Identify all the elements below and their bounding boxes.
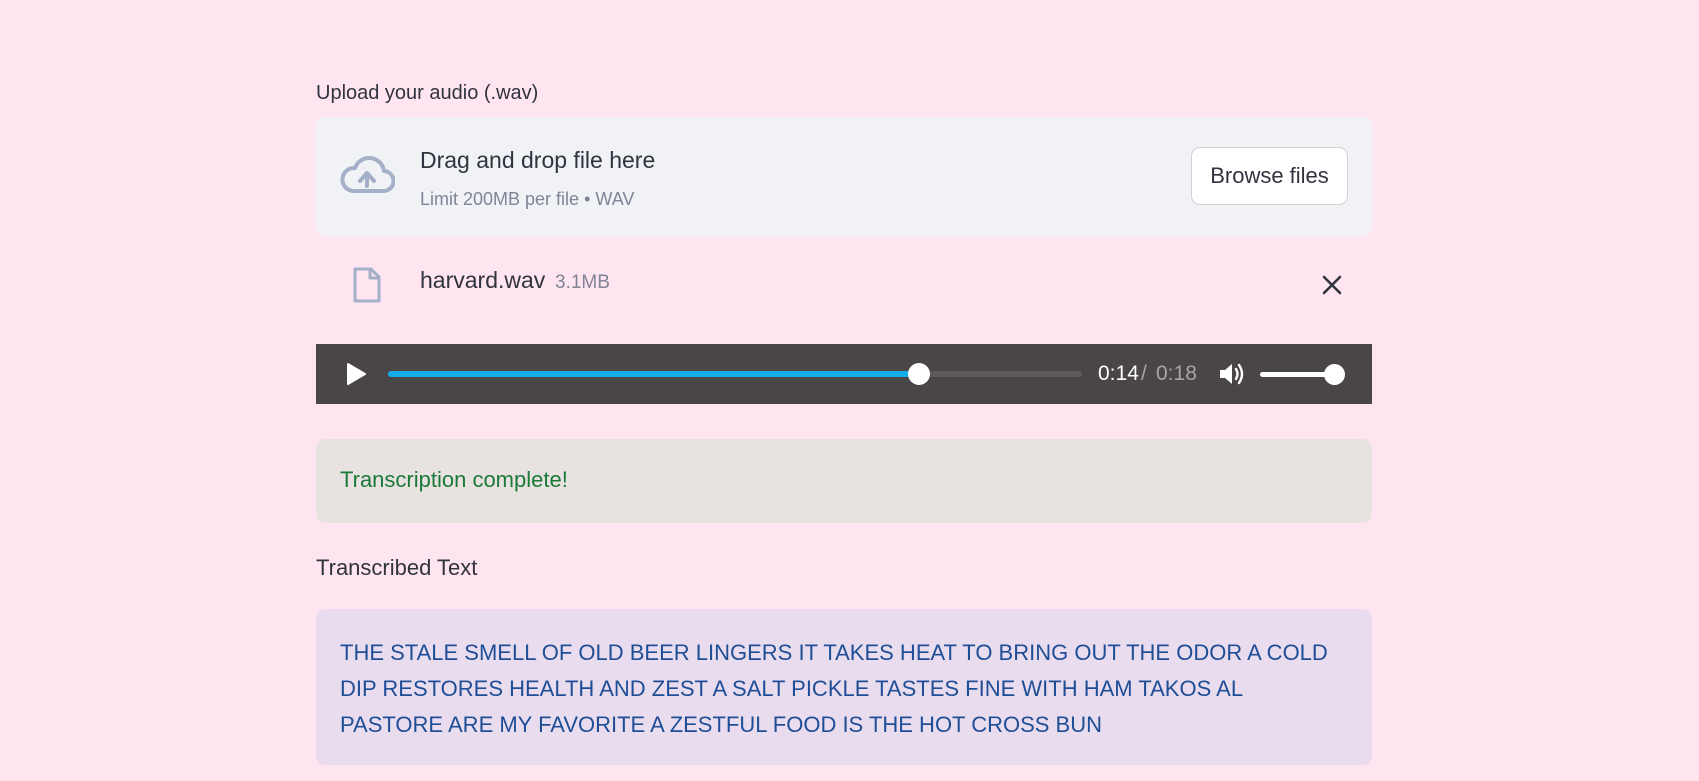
file-dropzone[interactable]: Drag and drop file here Limit 200MB per … <box>316 117 1372 236</box>
transcribed-text-heading: Transcribed Text <box>316 555 478 580</box>
success-alert: Transcription complete! <box>316 439 1372 523</box>
file-limit-text: Limit 200MB per file • WAV <box>420 189 635 209</box>
upload-label: Upload your audio (.wav) <box>316 82 539 104</box>
file-name: harvard.wav <box>420 267 546 293</box>
browse-files-button[interactable]: Browse files <box>1191 147 1348 205</box>
drop-title: Drag and drop file here <box>420 147 656 173</box>
uploaded-file-row: harvard.wav 3.1MB <box>316 255 1372 312</box>
remove-file-close-icon[interactable] <box>1318 271 1346 299</box>
volume-icon[interactable] <box>1217 361 1245 387</box>
seek-bar[interactable] <box>388 363 1082 385</box>
audio-player: 0:14 / 0:18 <box>316 344 1372 404</box>
seek-bar-thumb[interactable] <box>907 363 930 385</box>
transcription-text: THE STALE SMELL OF OLD BEER LINGERS IT T… <box>340 640 1328 737</box>
play-icon[interactable] <box>341 360 369 388</box>
file-size: 3.1MB <box>555 272 610 293</box>
volume-slider[interactable] <box>1260 364 1345 385</box>
cloud-upload-icon <box>340 156 395 193</box>
time-separator: / <box>1141 362 1147 385</box>
current-time: 0:14 <box>1098 362 1139 385</box>
seek-bar-progress <box>388 371 919 377</box>
duration: 0:18 <box>1156 362 1197 385</box>
volume-slider-thumb[interactable] <box>1323 364 1345 385</box>
transcription-box: THE STALE SMELL OF OLD BEER LINGERS IT T… <box>316 609 1372 765</box>
file-icon <box>353 267 381 303</box>
success-message: Transcription complete! <box>340 467 568 492</box>
volume-slider-level <box>1260 372 1334 377</box>
